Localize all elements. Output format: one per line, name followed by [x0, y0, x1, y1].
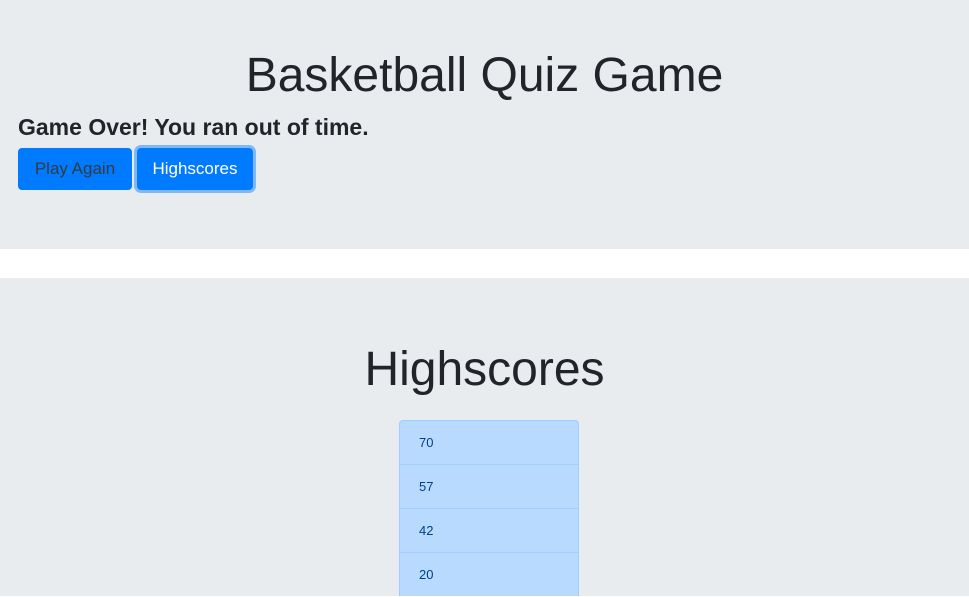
game-over-message: Game Over! You ran out of time.: [18, 114, 369, 140]
list-item: 57: [399, 464, 579, 508]
highscores-list: 70 57 42 20: [399, 420, 579, 596]
list-item: 42: [399, 508, 579, 552]
highscores-title: Highscores: [364, 343, 605, 396]
highscores-button[interactable]: Highscores: [137, 148, 253, 190]
list-item: 20: [399, 552, 579, 596]
list-item: 70: [399, 420, 579, 464]
quiz-jumbotron: Basketball Quiz Game Game Over! You ran …: [0, 0, 969, 249]
play-again-button[interactable]: Play Again: [18, 148, 132, 190]
highscores-jumbotron: Highscores 70 57 42 20: [0, 278, 969, 596]
page-title: Basketball Quiz Game: [245, 49, 724, 102]
